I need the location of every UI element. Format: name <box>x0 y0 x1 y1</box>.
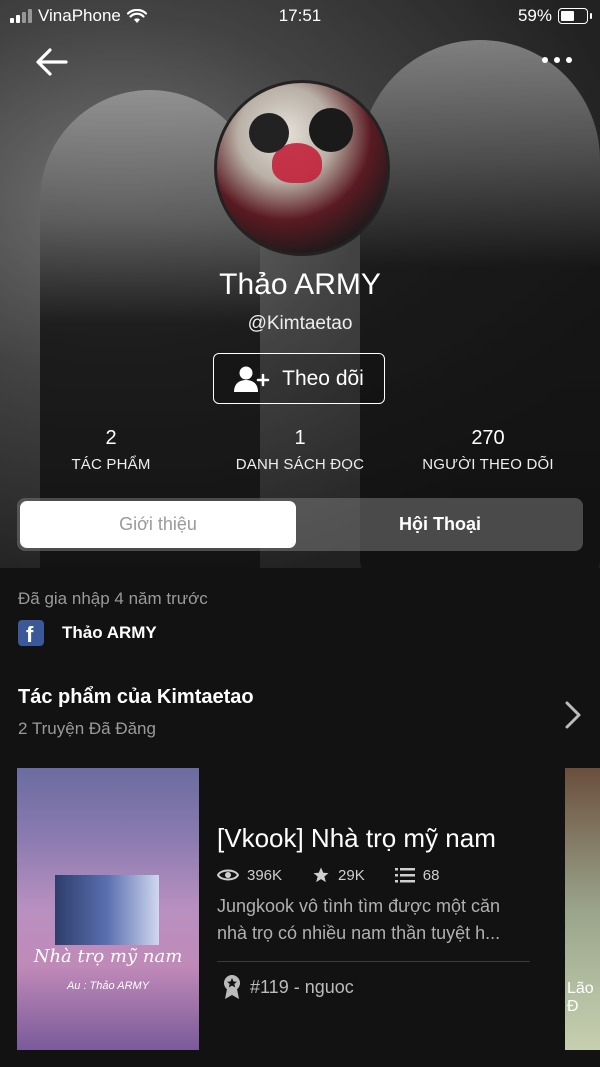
status-bar: VinaPhone 17:51 59% <box>0 0 600 32</box>
follow-button-label: Theo dõi <box>282 366 364 390</box>
eye-icon <box>217 869 239 881</box>
cover-author: Au : Thảo ARMY <box>66 980 150 992</box>
profile-tabs: Giới thiệu Hội Thoại <box>17 498 583 551</box>
joined-date: Đã gia nhập 4 năm trước <box>18 589 208 608</box>
stat-label: DANH SÁCH ĐỌC <box>235 456 365 473</box>
profile-handle: @Kimtaetao <box>247 313 353 334</box>
ribbon-badge-icon <box>224 975 240 999</box>
cover-title: Nhà trọ mỹ nam <box>33 946 183 967</box>
stat-value: 1 <box>294 427 306 449</box>
battery-icon <box>558 8 592 24</box>
story-votes: 29K <box>338 866 365 884</box>
avatar[interactable] <box>214 80 390 256</box>
add-user-icon <box>234 366 270 392</box>
clock: 17:51 <box>278 6 322 25</box>
story-description: Jungkook vô tình tìm được một căn nhà tr… <box>217 896 501 943</box>
works-section-title: Tác phẩm của Kimtaetao <box>18 686 254 708</box>
stat-followers[interactable]: 270 NGƯỜI THEO DÕI <box>408 427 568 473</box>
stat-works[interactable]: 2 TÁC PHẨM <box>51 427 171 473</box>
story-rank-label: #119 - nguoc <box>250 976 354 997</box>
facebook-icon: f <box>18 620 44 647</box>
list-icon <box>394 868 415 883</box>
battery-status: 59% <box>517 6 592 26</box>
stat-label: NGƯỜI THEO DÕI <box>422 456 554 473</box>
profile-name: Thảo ARMY <box>219 268 381 301</box>
next-cover-title: Lão Đ <box>567 980 594 1015</box>
story-rank[interactable]: #119 - nguoc <box>222 974 354 1000</box>
story-views: 396K <box>247 866 283 884</box>
avatar-photo-detail <box>309 108 353 152</box>
tab-about[interactable]: Giới thiệu <box>20 501 296 548</box>
star-icon <box>313 867 329 883</box>
story-cover[interactable]: Nhà trọ mỹ nam Au : Thảo ARMY <box>17 768 199 1050</box>
next-story-cover[interactable]: Lão Đ <box>565 768 600 1050</box>
cover-photo <box>55 875 159 945</box>
stat-value: 2 <box>105 427 117 449</box>
follow-button[interactable]: Theo dõi <box>213 353 385 404</box>
chevron-right-icon[interactable] <box>562 700 584 730</box>
tab-conversations[interactable]: Hội Thoại <box>300 501 580 548</box>
stat-value: 270 <box>471 427 505 449</box>
story-title[interactable]: [Vkook] Nhà trọ mỹ nam <box>217 823 496 854</box>
story-stats: 396K 29K 68 <box>217 866 439 884</box>
stat-label: TÁC PHẨM <box>71 456 151 473</box>
more-options-icon[interactable] <box>540 50 574 70</box>
battery-percent: 59% <box>517 6 552 25</box>
divider <box>217 961 530 962</box>
facebook-name: Thảo ARMY <box>62 623 157 642</box>
back-arrow-icon[interactable] <box>34 44 70 80</box>
avatar-photo-detail <box>249 113 289 153</box>
works-count: 2 Truyện Đã Đăng <box>18 719 156 738</box>
stat-reading-lists[interactable]: 1 DANH SÁCH ĐỌC <box>220 427 380 473</box>
story-parts: 68 <box>422 866 440 884</box>
facebook-link[interactable]: f Thảo ARMY <box>18 620 157 647</box>
